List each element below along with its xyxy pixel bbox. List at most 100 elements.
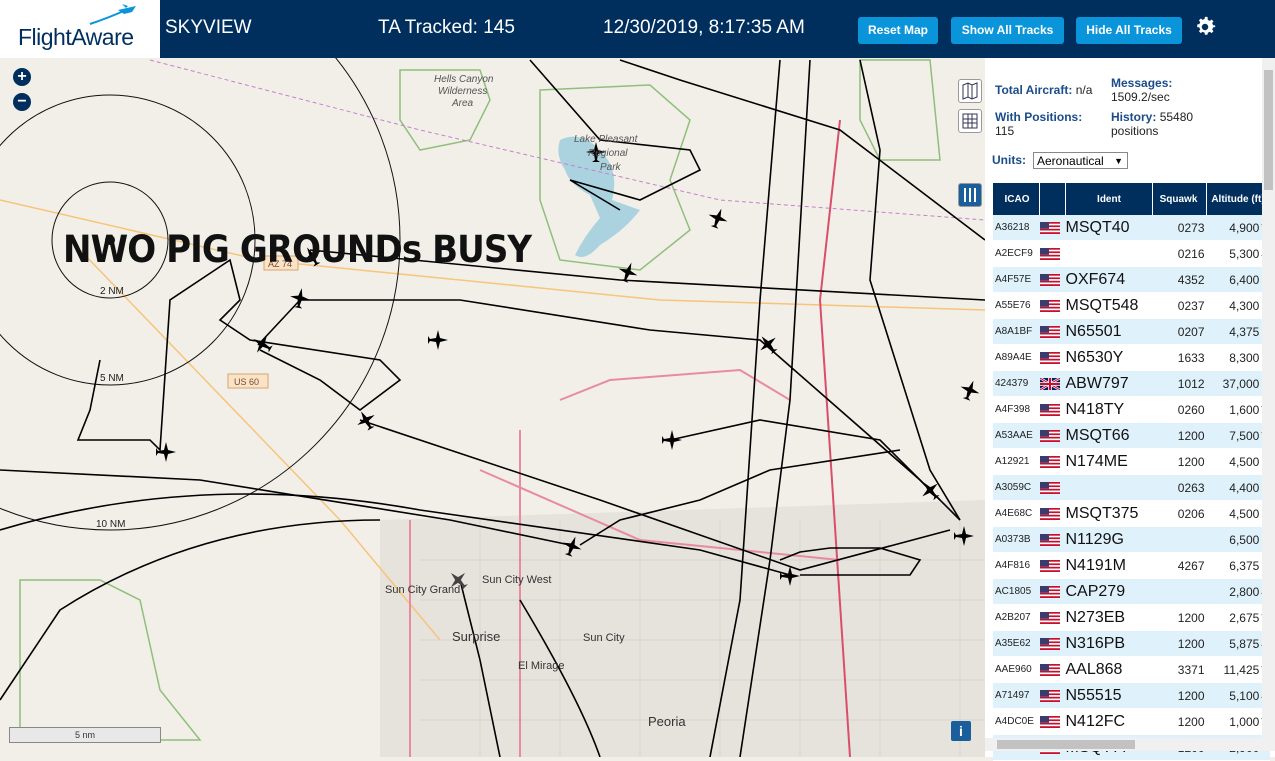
table-row[interactable]: AC1805CAP2792,800▲ xyxy=(993,578,1270,605)
icao-cell: A4F57E xyxy=(993,266,1040,293)
icao-cell: 424379 xyxy=(993,370,1040,397)
altitude-cell: 4,400 xyxy=(1206,474,1260,501)
col-icao[interactable]: ICAO xyxy=(993,183,1040,215)
squawk-cell: 4352 xyxy=(1152,266,1207,293)
us-flag-icon xyxy=(1039,403,1060,416)
map-view[interactable]: 2 NM 5 NM 10 NM Hells Canyon Wilderness … xyxy=(0,58,985,757)
zoom-out-button[interactable]: − xyxy=(13,93,31,111)
table-row[interactable]: A0373B N1129G 6,500 xyxy=(993,526,1270,553)
aircraft-icon xyxy=(960,380,980,401)
altitude-cell: 6,500 xyxy=(1206,526,1260,553)
us-flag-icon xyxy=(1039,429,1060,442)
ident-cell: AAL868 xyxy=(1065,656,1153,683)
flag-cell xyxy=(1039,318,1066,345)
range-label: 5 NM xyxy=(100,373,124,384)
table-row[interactable]: A2ECF902165,300▲ xyxy=(993,240,1270,267)
table-row[interactable]: A4F57E OXF674 4352 6,400 xyxy=(993,266,1270,293)
squawk-cell: 0237 xyxy=(1152,292,1207,319)
horizontal-scroll-thumb[interactable] xyxy=(997,740,1135,749)
table-row[interactable]: A36218MSQT4002734,900▼ xyxy=(993,215,1270,241)
us-flag-icon xyxy=(1039,325,1060,338)
altitude-cell: 2,675 xyxy=(1206,604,1260,631)
park-boundary xyxy=(539,84,691,271)
table-row[interactable]: A3059C 0263 4,400 xyxy=(993,474,1270,501)
col-altitude[interactable]: Altitude (ft) xyxy=(1206,183,1270,215)
flag-cell xyxy=(1039,396,1066,423)
park-boundary xyxy=(859,59,941,161)
us-flag-icon xyxy=(1039,585,1060,598)
ident-cell: ABW797 xyxy=(1065,370,1153,397)
park-boundary xyxy=(19,579,202,741)
flag-cell xyxy=(1039,630,1066,657)
flag-cell xyxy=(1039,422,1066,449)
table-row[interactable]: A4E68C MSQT375 0206 4,500 xyxy=(993,500,1270,527)
altitude-cell: 6,375 xyxy=(1206,552,1260,579)
flag-cell xyxy=(1039,526,1066,553)
flightaware-logo[interactable]: FlightAware xyxy=(0,0,160,58)
us-flag-icon xyxy=(1039,273,1060,286)
icao-cell: A12921 xyxy=(993,448,1040,475)
grid-toggle-button[interactable] xyxy=(958,109,982,133)
table-row[interactable]: A4F398N418TY02601,600▼ xyxy=(993,396,1270,423)
place-label: Wilderness xyxy=(438,86,487,97)
icao-cell: A71497 xyxy=(993,682,1040,709)
table-row[interactable]: A55E76 MSQT548 0237 4,300 xyxy=(993,292,1270,319)
table-row[interactable]: A8A1BF N65501 0207 4,375 xyxy=(993,318,1270,345)
place-label: Sun City West xyxy=(482,574,552,586)
zoom-in-button[interactable]: + xyxy=(13,68,31,86)
flight-track xyxy=(257,299,961,521)
col-ident[interactable]: Ident xyxy=(1065,183,1153,215)
us-flag-icon xyxy=(1039,611,1060,624)
ident-cell: N418TY xyxy=(1065,396,1153,423)
map-canvas[interactable]: 2 NM 5 NM 10 NM Hells Canyon Wilderness … xyxy=(0,58,985,757)
table-row[interactable]: A89A4E N6530Y 1633 8,300 xyxy=(993,344,1270,371)
map-layers-button[interactable] xyxy=(958,79,982,103)
ident-cell: N273EB xyxy=(1065,604,1153,631)
aircraft-icon xyxy=(662,430,682,450)
reset-map-button[interactable]: Reset Map xyxy=(858,17,938,44)
table-row[interactable]: AAE960AAL868337111,425▼ xyxy=(993,656,1270,683)
units-label: Units: xyxy=(992,153,1026,167)
range-ring xyxy=(0,58,401,531)
units-select[interactable]: Aeronautical ▼ xyxy=(1033,152,1128,169)
table-row[interactable]: A2B207N273EB12002,675▼ xyxy=(993,604,1270,631)
table-row[interactable]: A53AAEMSQT6612007,500▼ xyxy=(993,422,1270,449)
aircraft-table: ICAO Ident Squawk Altitude (ft) A36218 MS… xyxy=(993,183,1270,761)
table-row[interactable]: A35E62N316PB12005,875▲ xyxy=(993,630,1270,657)
squawk-cell: 1200 xyxy=(1152,448,1207,475)
flag-cell xyxy=(1039,474,1066,501)
col-squawk[interactable]: Squawk xyxy=(1152,183,1207,215)
gear-icon[interactable] xyxy=(1192,14,1218,40)
column-toggle-button[interactable] xyxy=(958,183,982,207)
total-aircraft: Total Aircraft: n/a xyxy=(995,83,1093,97)
table-row[interactable]: A4DC0EN412FC12001,000▼ xyxy=(993,708,1270,735)
altitude-cell: 4,500 xyxy=(1206,500,1260,527)
info-button[interactable]: i xyxy=(951,721,971,741)
squawk-cell xyxy=(1152,526,1207,553)
flag-cell xyxy=(1039,500,1066,527)
us-flag-icon xyxy=(1039,247,1060,260)
table-row[interactable]: A12921 N174ME 1200 4,500 xyxy=(993,448,1270,475)
aircraft-icon xyxy=(156,442,176,462)
us-flag-icon xyxy=(1039,689,1060,702)
col-flag[interactable] xyxy=(1039,183,1066,215)
icao-cell: A53AAE xyxy=(993,422,1040,449)
altitude-cell: 6,400 xyxy=(1206,266,1260,293)
table-row[interactable]: A71497N5551512005,100▲ xyxy=(993,682,1270,709)
datetime: 12/30/2019, 8:17:35 AM xyxy=(603,17,805,38)
us-flag-icon xyxy=(1039,299,1060,312)
show-all-tracks-button[interactable]: Show All Tracks xyxy=(951,17,1064,44)
squawk-cell: 1200 xyxy=(1152,708,1207,735)
range-label: 10 NM xyxy=(96,519,125,530)
ident-cell: N1129G xyxy=(1065,526,1153,553)
flag-cell xyxy=(1039,344,1066,371)
hide-all-tracks-button[interactable]: Hide All Tracks xyxy=(1076,17,1182,44)
place-label: El Mirage xyxy=(518,660,564,672)
table-row[interactable]: A4F816 N4191M 4267 6,375 xyxy=(993,552,1270,579)
flag-cell xyxy=(1039,682,1066,709)
road-shield-label: US 60 xyxy=(234,377,259,387)
flight-track xyxy=(859,59,961,521)
squawk-cell: 0263 xyxy=(1152,474,1207,501)
table-row[interactable]: 424379 ABW797 1012 37,000 xyxy=(993,370,1270,397)
vertical-scroll-thumb[interactable] xyxy=(1264,70,1273,190)
